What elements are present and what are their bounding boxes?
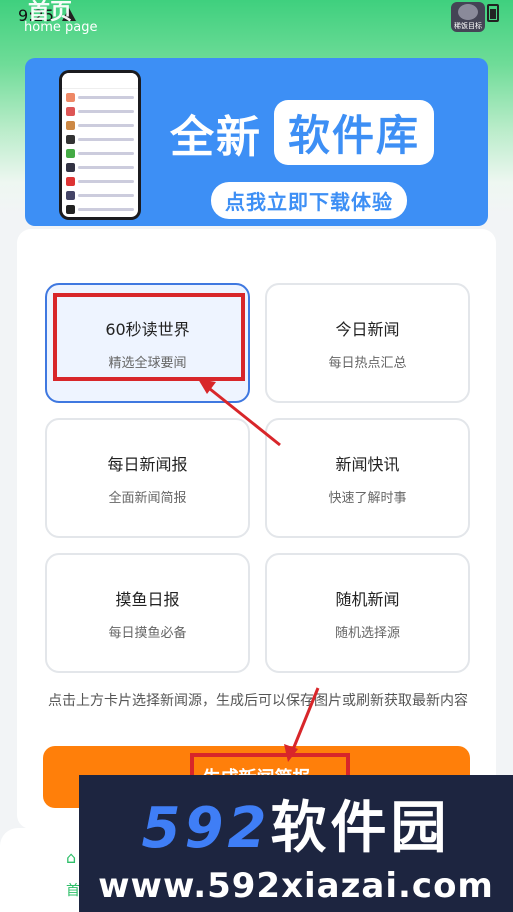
card-title: 每日新闻报 xyxy=(107,454,188,474)
card-title: 今日新闻 xyxy=(335,319,400,339)
card-subtitle: 随机选择源 xyxy=(334,625,400,641)
card-subtitle: 精选全球要闻 xyxy=(108,355,187,371)
banner-download-button[interactable]: 点我立即下载体验 xyxy=(211,182,407,219)
banner-title-part1: 全新 xyxy=(170,111,262,163)
phone-mockup-image xyxy=(59,70,141,220)
watermark-name: 软件园 xyxy=(270,796,451,861)
badge-text: 稀饭目标 xyxy=(454,22,482,30)
card-news-flash[interactable]: 新闻快讯 快速了解时事 xyxy=(265,418,470,538)
banner-title: 全新 软件库 xyxy=(170,100,435,165)
card-slacker-daily[interactable]: 摸鱼日报 每日摸鱼必备 xyxy=(45,553,250,673)
card-daily-report[interactable]: 每日新闻报 全面新闻简报 xyxy=(45,418,250,538)
card-subtitle: 快速了解时事 xyxy=(328,490,407,506)
card-subtitle: 每日热点汇总 xyxy=(328,355,407,371)
watermark-number: 592 xyxy=(141,796,271,861)
card-60s-world[interactable]: 60秒读世界 精选全球要闻 xyxy=(45,283,250,403)
card-subtitle: 全面新闻简报 xyxy=(108,490,187,506)
card-title: 摸鱼日报 xyxy=(115,589,180,609)
badge-logo-icon xyxy=(458,4,478,20)
site-watermark: 592软件园 www.592xiazai.com xyxy=(79,775,513,912)
card-title: 随机新闻 xyxy=(335,589,400,609)
banner-title-part2: 软件库 xyxy=(274,100,435,165)
page-subtitle: home page xyxy=(24,20,98,35)
card-today-news[interactable]: 今日新闻 每日热点汇总 xyxy=(265,283,470,403)
card-subtitle: 每日摸鱼必备 xyxy=(108,625,187,641)
card-title: 新闻快讯 xyxy=(335,454,400,474)
watermark-title: 592软件园 xyxy=(142,783,451,864)
brand-badge: 稀饭目标 xyxy=(451,2,485,32)
watermark-url: www.592xiazai.com xyxy=(98,866,494,906)
card-random-news[interactable]: 随机新闻 随机选择源 xyxy=(265,553,470,673)
card-title: 60秒读世界 xyxy=(105,319,190,339)
battery-icon xyxy=(487,4,499,22)
hint-text: 点击上方卡片选择新闻源，生成后可以保存图片或刷新获取最新内容 xyxy=(48,693,468,709)
promo-banner[interactable]: 全新 软件库 点我立即下载体验 xyxy=(25,58,488,226)
